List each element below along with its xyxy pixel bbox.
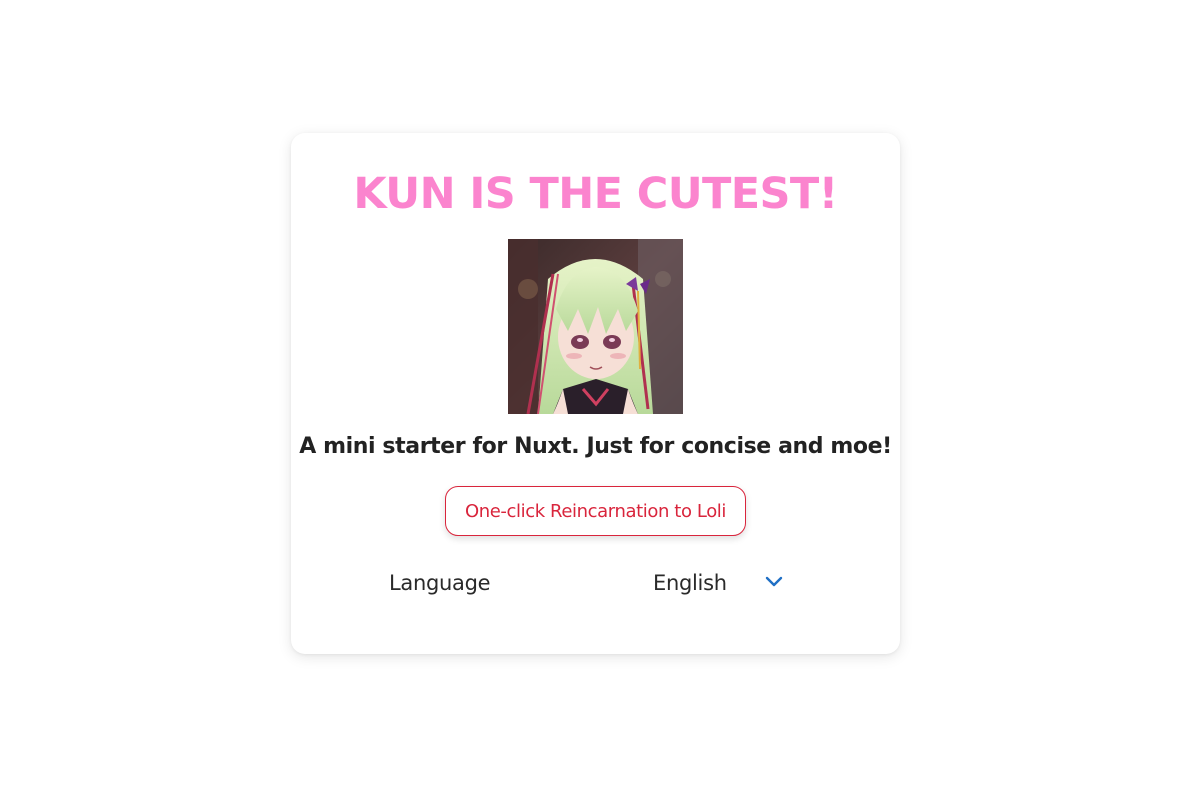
tagline: A mini starter for Nuxt. Just for concis… <box>299 434 892 459</box>
language-label: Language <box>389 571 491 595</box>
main-card: KUN IS THE CUTEST! A mini starter for Nu… <box>291 133 900 654</box>
page: KUN IS THE CUTEST! A mini starter for Nu… <box>0 0 1185 786</box>
language-setting-row: Language English <box>291 565 900 601</box>
chevron-down-icon <box>765 576 783 587</box>
language-selected-value: English <box>653 571 727 595</box>
page-title: KUN IS THE CUTEST! <box>353 169 838 219</box>
kun-avatar-image <box>508 239 683 414</box>
language-select[interactable]: English <box>641 565 791 601</box>
reincarnation-button[interactable]: One-click Reincarnation to Loli <box>445 486 746 536</box>
